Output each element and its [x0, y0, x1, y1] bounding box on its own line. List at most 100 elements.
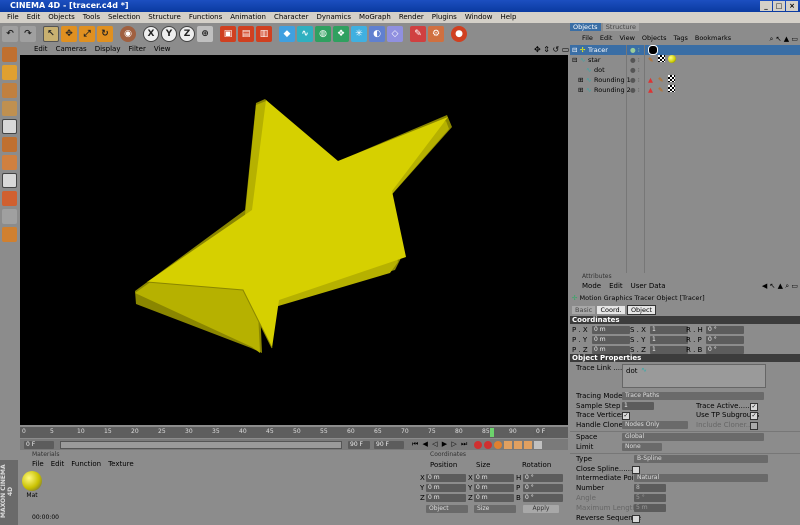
attr-scale-y-field[interactable]: 1	[650, 336, 688, 344]
apply-button[interactable]: Apply	[523, 505, 559, 513]
menu-window[interactable]: Window	[461, 12, 497, 23]
mograph-tag-icon[interactable]	[648, 45, 658, 55]
use-texture-tool-icon[interactable]	[1, 83, 17, 98]
redo-icon[interactable]: ↷	[20, 26, 36, 42]
texture-mode-icon[interactable]	[1, 173, 17, 188]
render-settings-icon[interactable]: ▥	[256, 26, 272, 42]
end-frame-field[interactable]: 90 F	[374, 440, 404, 449]
object-manager-nav-icons[interactable]: ⌕ ↖ ▲ ▭	[770, 35, 798, 44]
checker-tool-icon[interactable]	[1, 209, 17, 224]
handle-cloners-dropdown[interactable]: Nodes Only	[622, 421, 688, 429]
rotation-b-field[interactable]: 0 °	[523, 494, 563, 502]
materials-menu-function[interactable]: Function	[71, 459, 101, 469]
number-field[interactable]: 8	[634, 484, 666, 492]
trace-active-checkbox[interactable]: ✓	[750, 403, 758, 411]
angle-field[interactable]: 5 °	[634, 494, 666, 502]
x-axis-lock-icon[interactable]: X	[143, 26, 159, 42]
intermediate-points-dropdown[interactable]: Natural	[634, 474, 768, 482]
preview-range-slider[interactable]	[60, 440, 342, 449]
material-tag-icon[interactable]: ✎	[658, 75, 663, 85]
menu-file[interactable]: File	[3, 12, 23, 23]
objects-menu-objects[interactable]: Objects	[642, 33, 667, 43]
attr-rotation-p-field[interactable]: 0 °	[706, 336, 744, 344]
maximize-button[interactable]: □	[773, 1, 785, 11]
menu-structure[interactable]: Structure	[144, 12, 185, 23]
preview-end-field[interactable]: 90 F	[348, 440, 370, 449]
rotation-p-field[interactable]: 0 °	[523, 484, 563, 492]
viewport-menu-display[interactable]: Display	[95, 45, 121, 54]
size-y-field[interactable]: 0 m	[474, 484, 514, 492]
cube-icon[interactable]: ◆	[279, 26, 295, 42]
position-y-field[interactable]: 0 m	[426, 484, 466, 492]
material-swatch[interactable]	[22, 471, 42, 491]
attributes-nav-icons[interactable]: ◀ ↖ ▲ ⌕ ▭	[762, 282, 798, 291]
texture-tag-icon[interactable]	[668, 85, 675, 92]
edges-tool-icon[interactable]	[1, 137, 17, 152]
tab-object[interactable]: Object	[626, 305, 657, 315]
tab-objects[interactable]: Objects	[570, 23, 601, 31]
expand-icon[interactable]: ⊞	[578, 85, 583, 95]
time-slider-handle[interactable]	[490, 428, 494, 437]
tracing-mode-dropdown[interactable]: Trace Paths	[622, 392, 764, 400]
timeline-ruler[interactable]: 0 5 10 15 20 25 30 35 40 45 50 55 60 65 …	[20, 427, 568, 438]
material-tag-icon[interactable]: ✎	[648, 55, 653, 65]
move-icon[interactable]: ✥	[61, 26, 77, 42]
close-button[interactable]: ×	[786, 1, 798, 11]
render-picture-viewer-icon[interactable]: ▤	[238, 26, 254, 42]
scene-icon[interactable]: ◐	[369, 26, 385, 42]
close-spline-checkbox[interactable]	[632, 466, 640, 474]
attributes-menu-edit[interactable]: Edit	[609, 281, 623, 291]
position-x-field[interactable]: 0 m	[426, 474, 466, 482]
expand-icon[interactable]: ⊟	[572, 45, 577, 55]
expand-icon[interactable]: ⊞	[578, 75, 583, 85]
undo-icon[interactable]: ↶	[2, 26, 18, 42]
menu-plugins[interactable]: Plugins	[428, 12, 461, 23]
maximum-length-field[interactable]: 5 m	[634, 504, 666, 512]
position-key-icon[interactable]	[504, 440, 513, 449]
rotate-icon[interactable]: ↻	[97, 26, 113, 42]
warning-tag-icon[interactable]: ▲	[648, 75, 653, 85]
menu-help[interactable]: Help	[496, 12, 520, 23]
expand-icon[interactable]: ⊟	[572, 55, 577, 65]
render-view-icon[interactable]: ▣	[220, 26, 236, 42]
viewport-nav-icons[interactable]: ✥ ⇕ ↺ ▭	[534, 45, 569, 54]
objects-menu-tags[interactable]: Tags	[673, 33, 687, 43]
visibility-dots-icon[interactable]: ● ⁝	[630, 75, 640, 85]
sample-step-field[interactable]: 1	[622, 402, 654, 410]
animation-mode-icon[interactable]	[1, 191, 17, 206]
autokey-icon[interactable]	[484, 440, 493, 449]
tags-icon[interactable]: ✎	[410, 26, 426, 42]
trace-link-item[interactable]: dot	[626, 367, 637, 375]
tab-coord[interactable]: Coord.	[597, 306, 625, 314]
use-model-tool-icon[interactable]	[1, 47, 17, 62]
list-item[interactable]: ∿ dot ● ⁝	[570, 65, 800, 75]
reverse-sequence-checkbox[interactable]	[632, 515, 640, 523]
visibility-dots-icon[interactable]: ● ⁝	[630, 45, 640, 55]
attr-position-z-field[interactable]: 0 m	[592, 346, 630, 354]
recent-tool-icon[interactable]: ◉	[120, 26, 136, 42]
list-item[interactable]: ⊞ ∿ Rounding 1 ● ⁝ ▲ ✎	[570, 75, 800, 85]
3d-viewport[interactable]	[20, 55, 568, 425]
snap-tool-icon[interactable]	[1, 227, 17, 242]
attr-rotation-h-field[interactable]: 0 °	[706, 326, 744, 334]
materials-menu-edit[interactable]: Edit	[51, 459, 65, 469]
scale-icon[interactable]: ⤢	[79, 26, 95, 42]
space-dropdown[interactable]: Global	[622, 433, 764, 441]
array-icon[interactable]: ❖	[333, 26, 349, 42]
attributes-menu-mode[interactable]: Mode	[582, 281, 601, 291]
viewport-menu-filter[interactable]: Filter	[129, 45, 146, 54]
menu-render[interactable]: Render	[395, 12, 428, 23]
attr-rotation-b-field[interactable]: 0 °	[706, 346, 744, 354]
position-z-field[interactable]: 0 m	[426, 494, 466, 502]
size-x-field[interactable]: 0 m	[474, 474, 514, 482]
material-ball-icon[interactable]	[668, 55, 676, 63]
live-selection-icon[interactable]: ↖	[43, 26, 59, 42]
menu-selection[interactable]: Selection	[104, 12, 144, 23]
attr-scale-x-field[interactable]: 1	[650, 326, 688, 334]
polygons-tool-icon[interactable]	[1, 155, 17, 170]
attr-position-x-field[interactable]: 0 m	[592, 326, 630, 334]
attributes-menu-user-data[interactable]: User Data	[631, 281, 666, 291]
viewport-menu-edit[interactable]: Edit	[34, 45, 48, 54]
rotation-key-icon[interactable]	[524, 440, 533, 449]
list-item[interactable]: ⊞ ∿ Rounding 2 ● ⁝ ▲ ✎	[570, 85, 800, 95]
